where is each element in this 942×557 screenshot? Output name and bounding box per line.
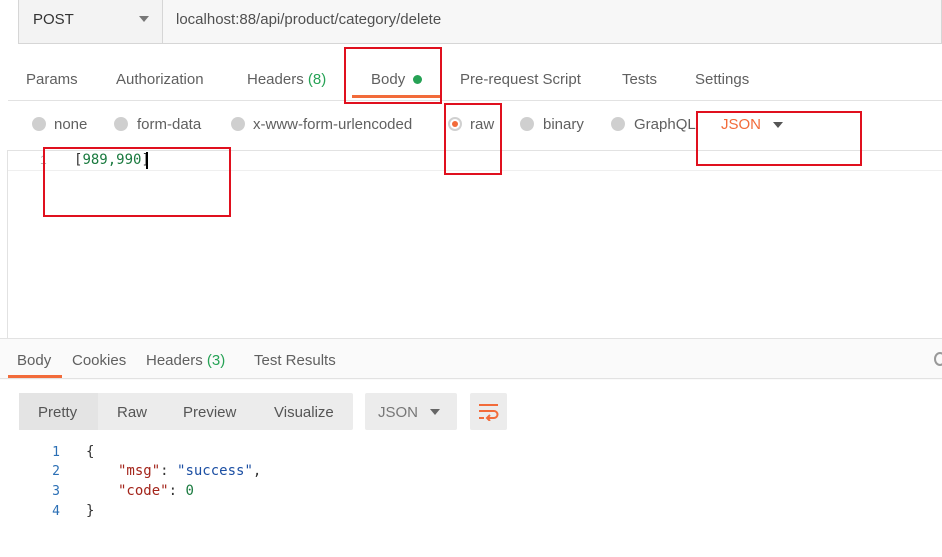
request-url-bar: POST localhost:88/api/product/category/d… [18, 0, 942, 44]
json-key: "code" [118, 483, 169, 499]
radio-icon[interactable] [611, 117, 625, 131]
tab-pre-request-script[interactable]: Pre-request Script [460, 71, 581, 88]
view-preview[interactable]: Preview [183, 404, 236, 421]
wrap-lines-button[interactable] [470, 393, 507, 430]
response-line-number: 1 [52, 445, 60, 460]
tab-headers[interactable]: Headers (8) [247, 71, 326, 88]
body-type-form-data[interactable]: form-data [137, 116, 201, 133]
tab-tests[interactable]: Tests [622, 71, 657, 88]
json-value: 0 [185, 483, 194, 499]
radio-icon[interactable] [114, 117, 128, 131]
annotation-box-editor [43, 147, 231, 217]
chevron-down-icon [430, 409, 440, 415]
view-visualize[interactable]: Visualize [274, 404, 334, 421]
body-type-none[interactable]: none [54, 116, 87, 133]
response-code-line: "code": 0 [118, 483, 194, 499]
response-tab-headers-count: (3) [206, 352, 226, 369]
body-type-urlencoded[interactable]: x-www-form-urlencoded [253, 116, 412, 133]
tab-authorization[interactable]: Authorization [116, 71, 204, 88]
tab-headers-count: (8) [307, 71, 327, 88]
response-tabs-bar [0, 339, 942, 380]
json-value: "success" [177, 463, 253, 479]
radio-icon[interactable] [32, 117, 46, 131]
json-key: "msg" [118, 463, 161, 479]
radio-icon[interactable] [520, 117, 534, 131]
json-comma: , [252, 463, 262, 479]
view-raw[interactable]: Raw [117, 404, 147, 421]
body-type-graphql[interactable]: GraphQL [634, 116, 696, 133]
response-line-number: 2 [52, 464, 60, 479]
response-code-line: } [86, 503, 95, 519]
annotation-box-json [696, 111, 862, 166]
response-line-number: 3 [52, 484, 60, 499]
response-code-line: { [86, 444, 95, 460]
tab-settings[interactable]: Settings [695, 71, 749, 88]
url-input[interactable]: localhost:88/api/product/category/delete [176, 11, 441, 28]
body-type-binary[interactable]: binary [543, 116, 584, 133]
json-separator: : [160, 463, 178, 479]
divider [7, 150, 8, 338]
tab-params[interactable]: Params [26, 71, 78, 88]
chevron-down-icon [139, 16, 149, 22]
divider [8, 100, 942, 101]
response-format-label: JSON [378, 404, 419, 421]
view-pretty[interactable]: Pretty [38, 404, 77, 421]
tab-headers-label: Headers [247, 71, 304, 88]
radio-icon[interactable] [231, 117, 245, 131]
response-tab-headers-label: Headers [146, 352, 203, 369]
json-separator: : [168, 483, 186, 499]
settings-icon[interactable] [934, 352, 942, 366]
annotation-box-body-tab [344, 47, 442, 104]
divider [0, 378, 942, 379]
method-select[interactable]: POST [19, 0, 163, 43]
response-tab-body[interactable]: Body [17, 352, 51, 369]
response-tab-headers[interactable]: Headers (3) [146, 352, 225, 369]
wrap-lines-icon [479, 404, 499, 421]
method-label: POST [33, 11, 74, 28]
annotation-box-raw [444, 103, 502, 175]
response-line-number: 4 [52, 504, 60, 519]
response-code-line: "msg": "success", [118, 463, 261, 479]
response-tab-test-results[interactable]: Test Results [254, 352, 336, 369]
response-tab-cookies[interactable]: Cookies [72, 352, 126, 369]
